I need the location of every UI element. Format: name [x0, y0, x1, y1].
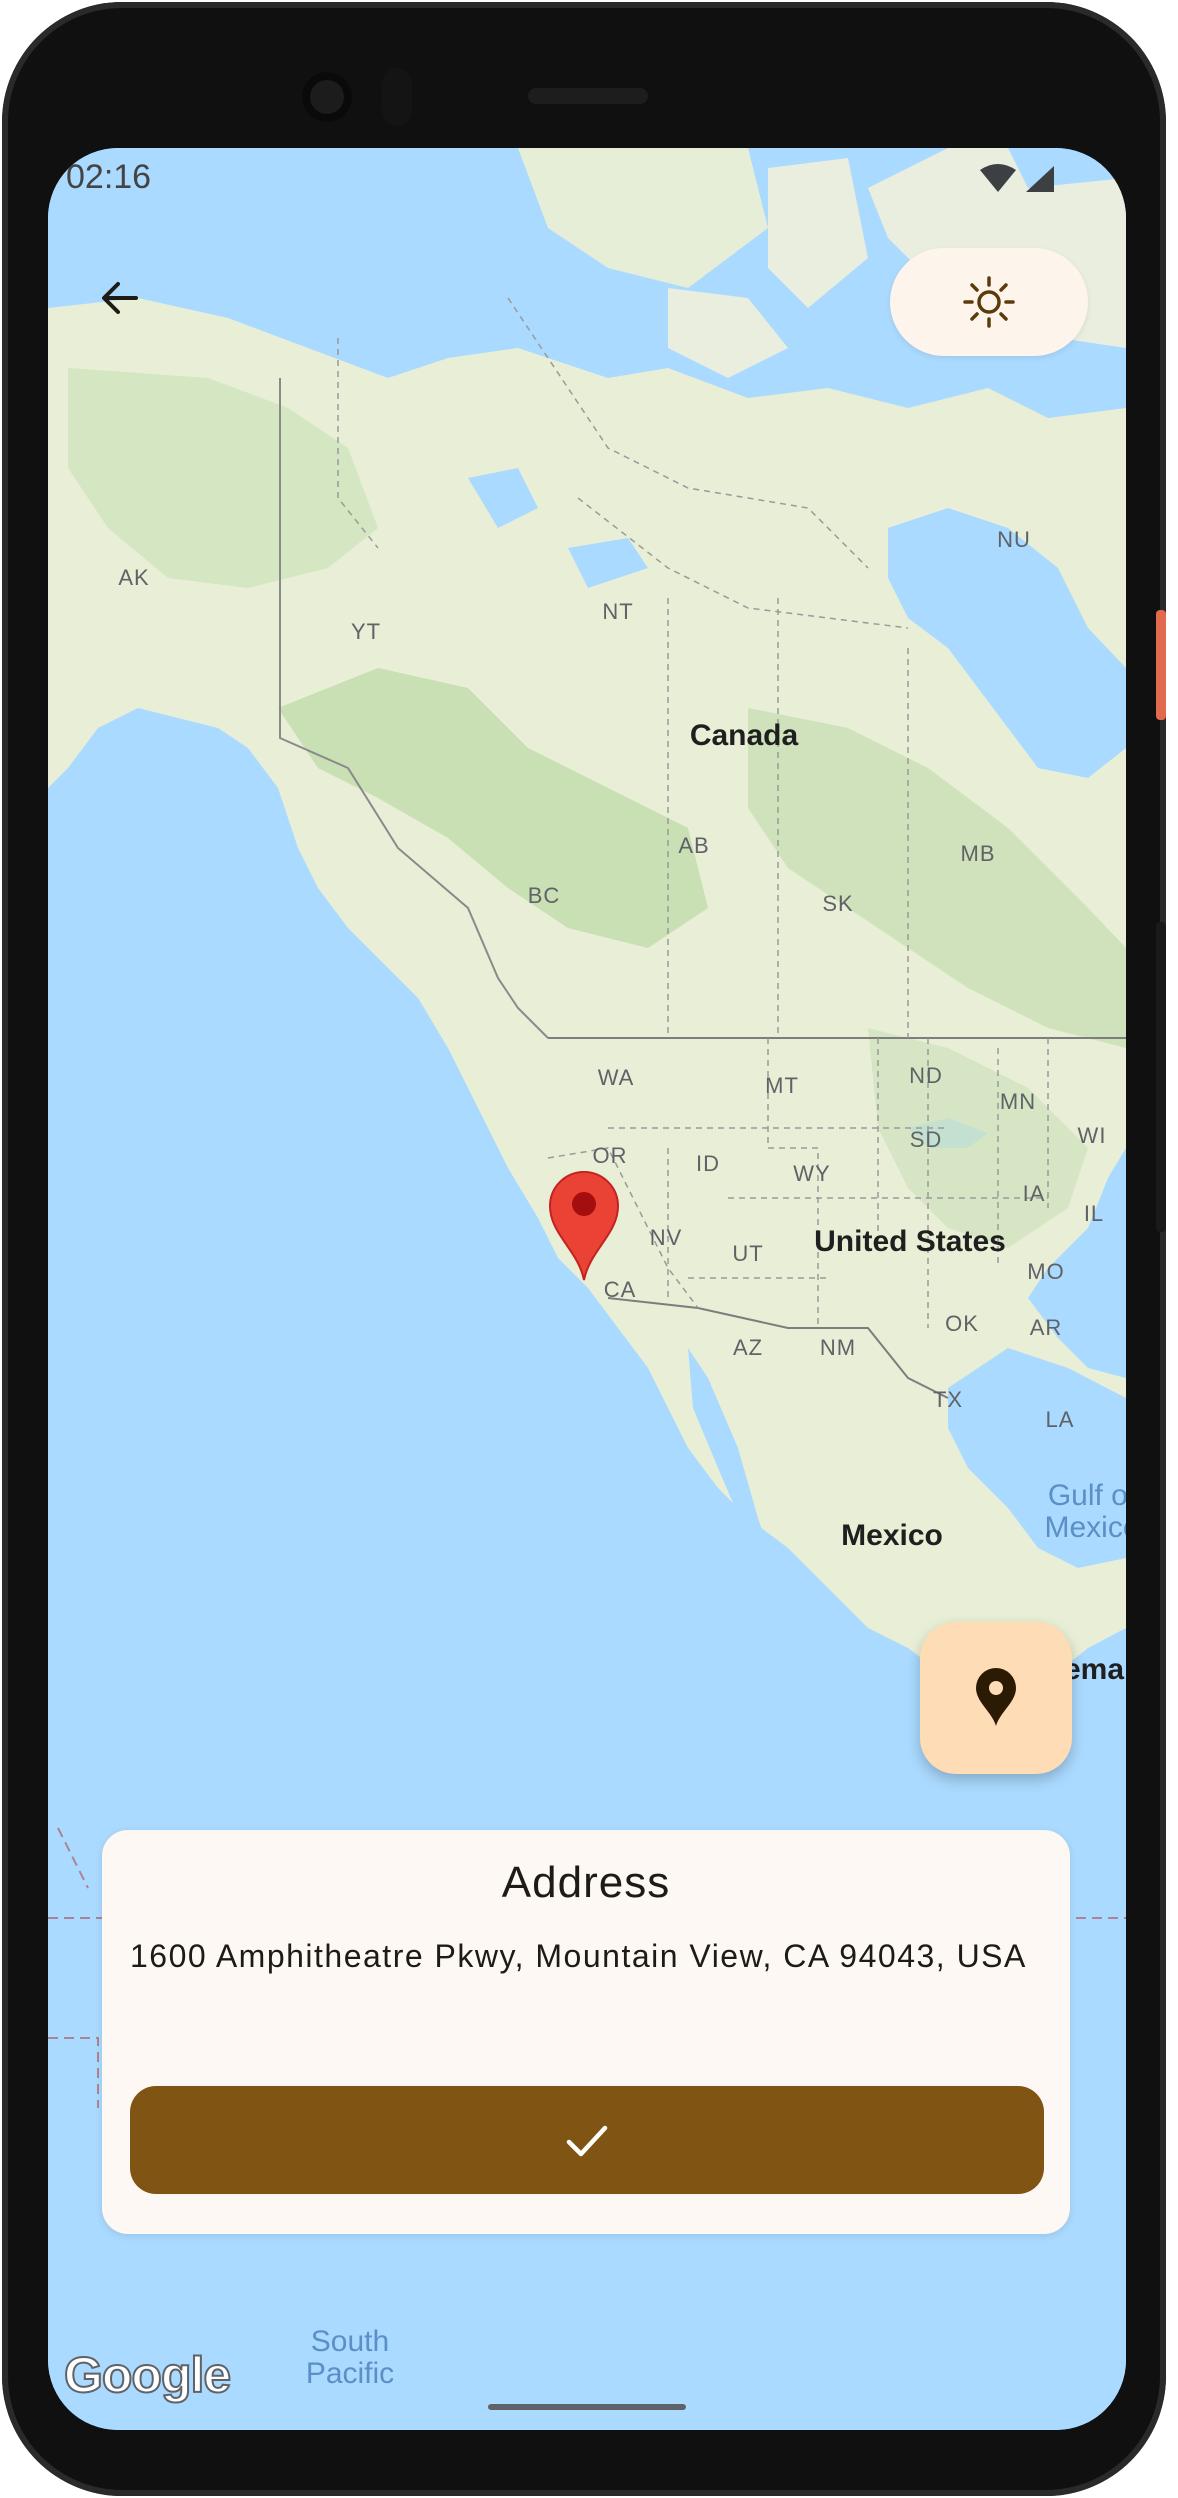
wifi-signal-icon	[980, 164, 1054, 192]
volume-button	[1156, 922, 1166, 1232]
address-title: Address	[501, 1858, 671, 1907]
proximity-sensor	[382, 68, 412, 126]
location-pin-icon	[976, 1668, 1016, 1726]
sun-icon	[963, 276, 1015, 328]
google-logo: Google	[63, 2346, 232, 2404]
theme-toggle-button[interactable]	[890, 248, 1088, 356]
confirm-address-button[interactable]	[130, 2086, 1044, 2194]
my-location-button[interactable]	[920, 1622, 1072, 1774]
earpiece-speaker	[528, 88, 648, 104]
status-icons	[976, 162, 1056, 202]
back-button[interactable]	[88, 266, 152, 330]
status-time: 02:16	[66, 158, 152, 196]
check-icon	[566, 2125, 608, 2157]
arrow-left-icon	[102, 282, 138, 314]
map-marker-pin-icon	[548, 1171, 620, 1281]
home-indicator[interactable]	[488, 2404, 686, 2410]
phone-frame: AK YT NT NU BC AB SK MB WA MT ND MN OR I…	[2, 2, 1166, 2496]
front-camera	[302, 72, 352, 122]
address-card: Address 1600 Amphitheatre Pkwy, Mountain…	[102, 1830, 1070, 2234]
map-marker[interactable]	[548, 1170, 620, 1282]
address-text: 1600 Amphitheatre Pkwy, Mountain View, C…	[130, 1938, 1027, 1974]
power-button	[1156, 610, 1166, 720]
screen: AK YT NT NU BC AB SK MB WA MT ND MN OR I…	[48, 148, 1126, 2430]
